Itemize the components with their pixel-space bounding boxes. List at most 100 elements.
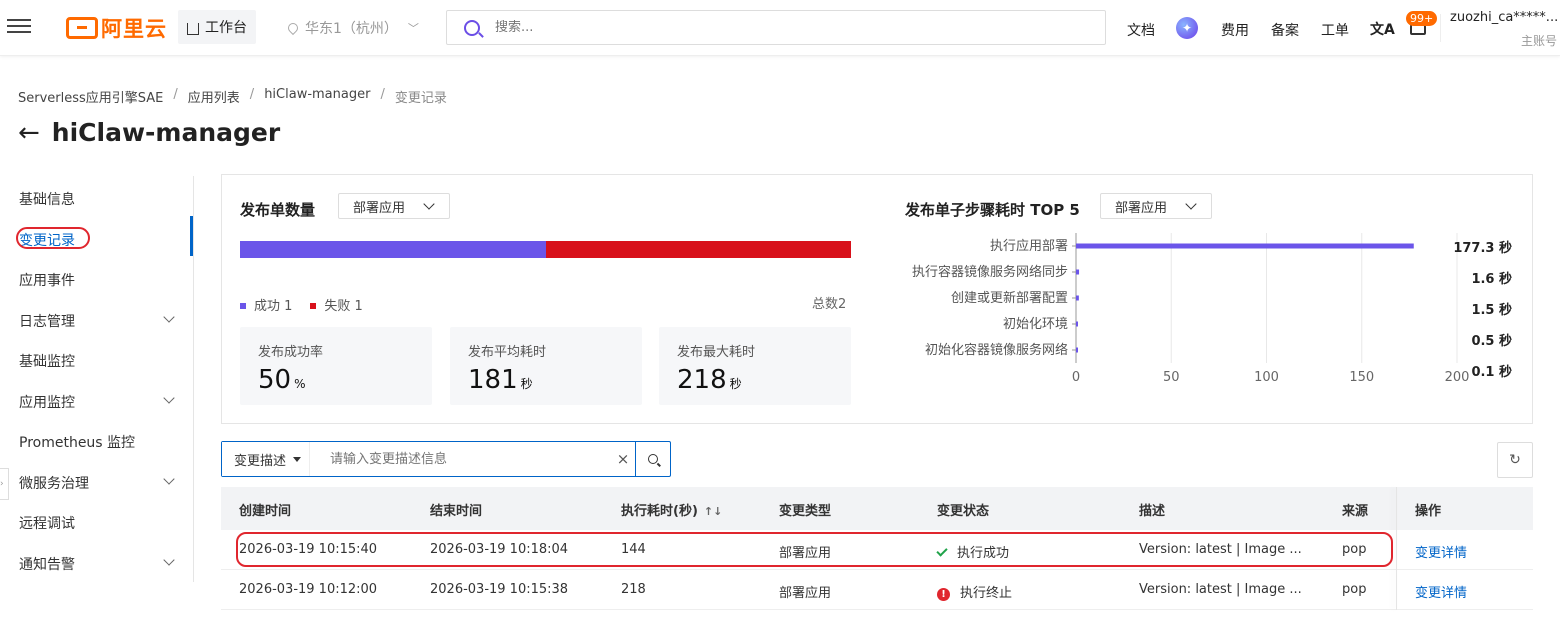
col-duration[interactable]: 执行耗时(秒) ↑↓ [621, 500, 722, 519]
legend-success-label: 成功 1 [254, 299, 293, 314]
col-action: 操作 [1415, 504, 1442, 519]
sort-icon[interactable]: ↑↓ [704, 505, 722, 518]
x-tick-label: 100 [1254, 370, 1279, 385]
search-input[interactable] [495, 20, 1055, 35]
menu-icon[interactable] [7, 15, 31, 39]
language-icon[interactable]: 文A [1370, 19, 1395, 39]
breadcrumb-separator: / [173, 87, 178, 102]
step-duration-title: 发布单子步骤耗时 TOP 5 [905, 201, 1080, 219]
category-label: 初始化环境 [1003, 317, 1068, 332]
filter-search-button[interactable] [635, 442, 670, 476]
change-detail-link[interactable]: 变更详情 [1415, 542, 1467, 561]
change-detail-link[interactable]: 变更详情 [1415, 582, 1467, 601]
breadcrumb-separator: / [380, 87, 385, 102]
nav-ticket[interactable]: 工单 [1321, 20, 1349, 40]
cell-created: 2026-03-19 10:12:00 [239, 582, 378, 597]
value-label: 1.6 秒 [1471, 271, 1512, 287]
annotation-circle [16, 227, 90, 249]
bar [1076, 347, 1078, 353]
x-tick-label: 50 [1163, 370, 1180, 385]
chevron-down-icon[interactable] [163, 473, 175, 485]
sidebar-item-alerts[interactable]: 通知告警 [19, 554, 75, 574]
success-bar-segment [240, 241, 546, 258]
value-label: 0.5 秒 [1471, 333, 1512, 349]
value-label: 1.5 秒 [1471, 302, 1512, 318]
sidebar-item-remote-debug[interactable]: 远程调试 [19, 513, 75, 533]
chevron-down-icon [1185, 198, 1197, 210]
sidebar-item-basic-info[interactable]: 基础信息 [19, 189, 75, 209]
col-type: 变更类型 [779, 504, 832, 519]
sidebar-item-prometheus[interactable]: Prometheus 监控 [19, 432, 135, 452]
workbench-label: 工作台 [205, 20, 247, 36]
nav-filing[interactable]: 备案 [1271, 20, 1299, 40]
sidebar-item-log-management[interactable]: 日志管理 [19, 311, 75, 331]
value-label: 0.1 秒 [1471, 364, 1512, 380]
global-search[interactable] [446, 10, 1106, 45]
x-tick-label: 150 [1349, 370, 1374, 385]
table-header: 创建时间 结束时间 执行耗时(秒) ↑↓ 变更类型 变更状态 描述 来源 操作 [221, 487, 1533, 530]
cell-ended: 2026-03-19 10:15:38 [430, 582, 569, 597]
bar [1076, 269, 1080, 275]
category-label: 执行应用部署 [990, 238, 1068, 254]
nav-billing[interactable]: 费用 [1221, 20, 1249, 40]
release-ratio-bar [240, 241, 851, 258]
col-ended: 结束时间 [430, 504, 483, 519]
search-icon [464, 19, 480, 36]
cell-status: ! 执行终止 [937, 582, 1012, 601]
avg-duration-card: 发布平均耗时 181 秒 [450, 327, 642, 405]
col-source: 来源 [1342, 504, 1369, 519]
filter-input[interactable] [310, 442, 611, 476]
user-account[interactable]: zuozhi_ca*****... [1450, 10, 1558, 25]
filter-field-label: 变更描述 [234, 453, 287, 469]
logo-mark [66, 17, 98, 39]
nav-docs[interactable]: 文档 [1127, 20, 1155, 40]
ai-assistant-icon[interactable]: ✦ [1176, 17, 1198, 39]
back-arrow-icon[interactable]: ← [18, 120, 40, 146]
refresh-button[interactable]: ↻ [1497, 442, 1533, 478]
clear-icon[interactable]: × [611, 450, 635, 468]
step-duration-chart: 0 50 100 150 200 执行应用部署 177.3 秒执行容器镜像服务网络同步 1.6… [902, 225, 1532, 425]
cell-source: pop [1342, 582, 1367, 597]
sidebar-item-app-events[interactable]: 应用事件 [19, 270, 75, 290]
aliyun-logo[interactable]: 阿里云 [66, 15, 167, 41]
max-duration-card: 发布最大耗时 218 秒 [659, 327, 851, 405]
release-type-dropdown[interactable]: 部署应用 [338, 193, 450, 219]
chevron-down-icon[interactable] [163, 392, 175, 404]
cell-desc: Version: latest | Image ... [1139, 582, 1302, 597]
cell-duration: 218 [621, 582, 646, 597]
sidebar-item-basic-monitoring[interactable]: 基础监控 [19, 351, 75, 371]
stats-panel: 发布单数量 部署应用 成功 1 失败 1 总数2 发布成功率 50% 发布平均耗… [221, 174, 1533, 424]
breadcrumb-item-app[interactable]: hiClaw-manager [264, 87, 370, 106]
page-header: ← hiClaw-manager [18, 118, 280, 147]
sidebar-item-app-monitoring[interactable]: 应用监控 [19, 392, 75, 412]
card-value: 218 秒 [677, 365, 742, 395]
col-status: 变更状态 [937, 504, 990, 519]
workbench-button[interactable]: 工作台 [178, 10, 256, 44]
category-label: 执行容器镜像服务网络同步 [912, 264, 1068, 280]
page-title: hiClaw-manager [51, 118, 281, 147]
fail-bar-segment [545, 241, 851, 258]
legend-success: 成功 1 [240, 295, 292, 314]
dropdown-value: 部署应用 [353, 200, 406, 216]
chevron-down-icon[interactable] [163, 554, 175, 566]
filter-field-select[interactable]: 变更描述 [222, 442, 310, 476]
filter-bar: 变更描述 × [221, 441, 671, 477]
card-label: 发布最大耗时 [677, 345, 756, 360]
chevron-down-icon[interactable] [163, 311, 175, 323]
legend: 成功 1 失败 1 [240, 295, 363, 314]
bar [1076, 295, 1079, 301]
region-selector[interactable]: 华东1（杭州） ﹀ [285, 18, 419, 38]
breadcrumb-item-app-list[interactable]: 应用列表 [188, 87, 240, 106]
legend-fail: 失败 1 [310, 295, 363, 314]
cell-type: 部署应用 [779, 586, 832, 601]
col-desc: 描述 [1139, 504, 1166, 519]
breadcrumb-item-sae[interactable]: Serverless应用引擎SAE [18, 87, 163, 106]
top-bar: 阿里云 工作台 华东1（杭州） ﹀ 文档 ✦ 费用 备案 工单 文A 99+ z… [0, 0, 1560, 56]
bar [1076, 321, 1078, 327]
chart-type-dropdown[interactable]: 部署应用 [1100, 193, 1212, 219]
collapse-sidebar-handle[interactable]: › [0, 468, 9, 500]
refresh-icon: ↻ [1509, 452, 1521, 468]
sidebar-item-microservice[interactable]: 微服务治理 [19, 473, 89, 493]
card-value: 50% [258, 365, 306, 395]
category-label: 初始化容器镜像服务网络 [925, 342, 1068, 358]
